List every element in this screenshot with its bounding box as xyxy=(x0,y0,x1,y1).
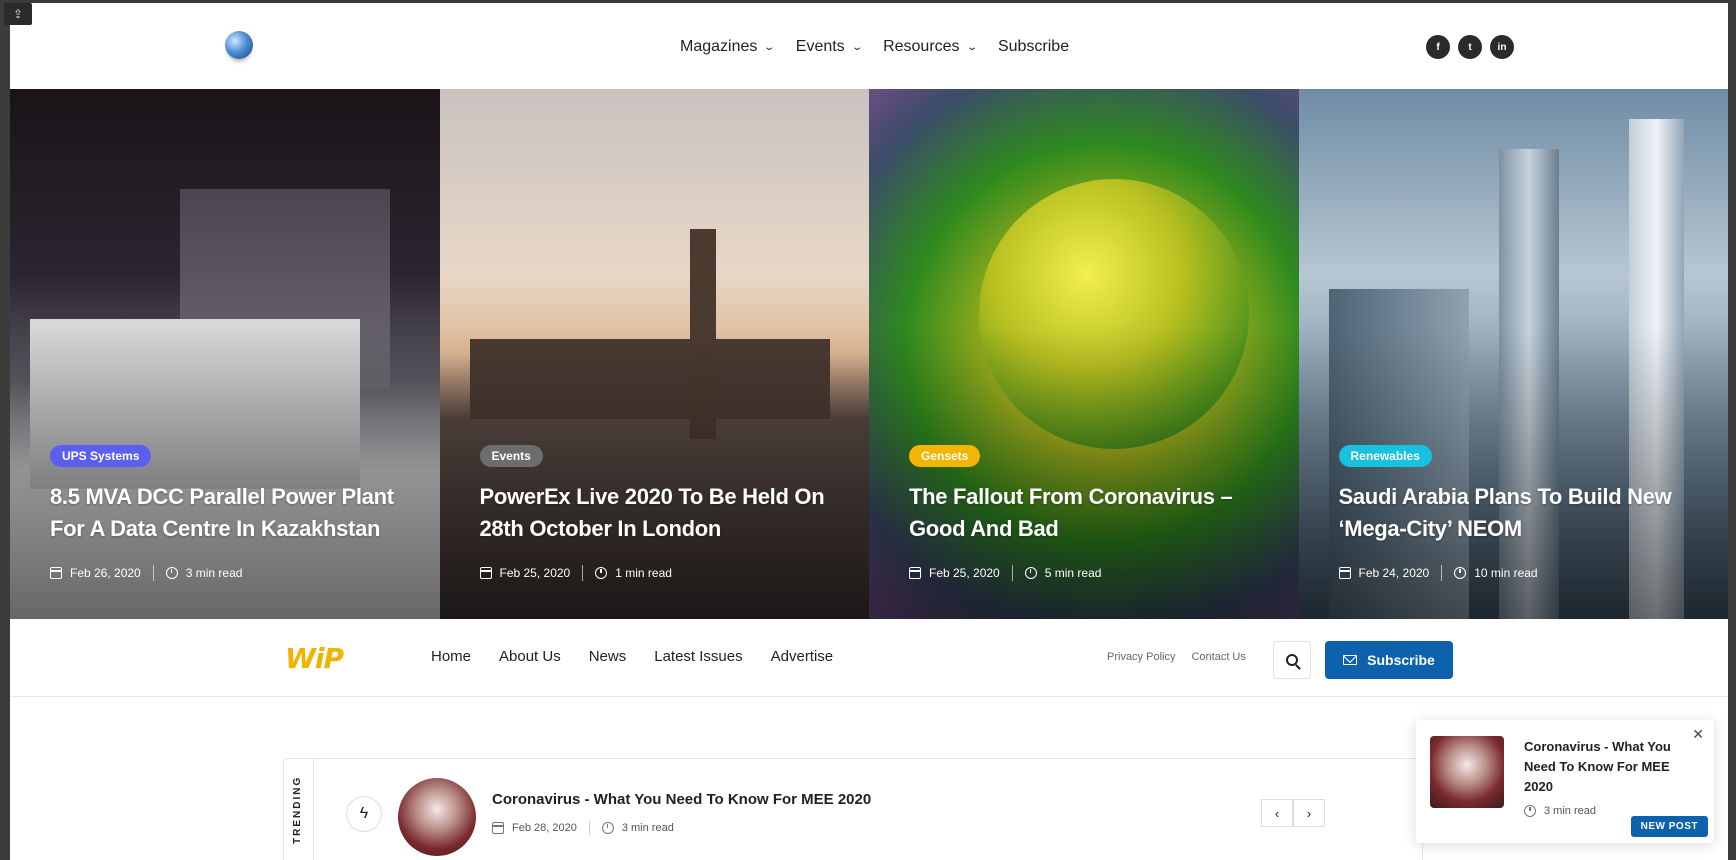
wip-logo[interactable]: WiP xyxy=(285,642,344,675)
nav-item-resources[interactable]: Resources ⌄ xyxy=(883,38,978,56)
site-logo-globe[interactable] xyxy=(225,31,253,59)
post-title[interactable]: 8.5 MVA DCC Parallel Power Plant For A D… xyxy=(50,481,410,545)
category-tag[interactable]: UPS Systems xyxy=(50,445,152,467)
page: Magazines ⌄ Events ⌄ Resources ⌄ Subscribe … xyxy=(10,3,1728,860)
clock-icon xyxy=(165,567,178,579)
trending-title[interactable]: Coronavirus - What You Need To Know For … xyxy=(492,791,871,808)
hero-card[interactable]: Renewables Saudi Arabia Plans To Build N… xyxy=(1298,89,1728,619)
new-post-popup: ✕ Coronavirus - What You Need To Know Fo… xyxy=(1416,720,1714,843)
chevron-right-icon[interactable]: › xyxy=(1293,799,1325,827)
new-post-badge[interactable]: NEW POST xyxy=(1630,816,1708,837)
nav-item-news[interactable]: News xyxy=(589,648,627,665)
nav-item-advertise[interactable]: Advertise xyxy=(771,648,834,665)
linkedin-icon[interactable]: in xyxy=(1490,35,1514,59)
subscribe-button[interactable]: Subscribe xyxy=(1325,641,1453,679)
nav-item-magazines[interactable]: Magazines ⌄ xyxy=(680,38,776,56)
calendar-icon xyxy=(492,822,504,834)
popup-thumbnail[interactable] xyxy=(1430,736,1504,808)
clock-icon xyxy=(1454,567,1467,579)
popup-meta: 3 min read xyxy=(1524,805,1596,817)
hero-card[interactable]: UPS Systems 8.5 MVA DCC Parallel Power P… xyxy=(10,89,440,619)
post-meta: Feb 25, 2020 5 min read xyxy=(909,565,1269,581)
category-tag[interactable]: Events xyxy=(479,445,543,467)
trending-thumbnail[interactable] xyxy=(398,778,476,856)
window-right-border xyxy=(1728,0,1736,860)
main-navigation: Home About Us News Latest Issues Adverti… xyxy=(431,648,833,665)
clock-icon xyxy=(601,822,614,834)
calendar-icon xyxy=(909,567,921,579)
top-navigation: Magazines ⌄ Events ⌄ Resources ⌄ Subscribe xyxy=(680,38,1069,56)
facebook-icon[interactable]: f xyxy=(1426,35,1450,59)
privacy-policy-link[interactable]: Privacy Policy xyxy=(1107,651,1175,663)
top-header: Magazines ⌄ Events ⌄ Resources ⌄ Subscribe … xyxy=(10,3,1728,89)
trending-label: TRENDING xyxy=(284,759,314,860)
post-title[interactable]: Saudi Arabia Plans To Build New ‘Mega-Ci… xyxy=(1339,481,1699,545)
nav-item-about-us[interactable]: About Us xyxy=(499,648,561,665)
post-title[interactable]: PowerEx Live 2020 To Be Held On 28th Oct… xyxy=(480,481,840,545)
post-meta: Feb 25, 2020 1 min read xyxy=(479,565,840,581)
lightning-icon: ϟ xyxy=(346,796,382,832)
contact-us-link[interactable]: Contact Us xyxy=(1191,651,1245,663)
upload-icon[interactable]: ⇪ xyxy=(4,3,32,25)
category-tag[interactable]: Gensets xyxy=(909,445,981,467)
calendar-icon xyxy=(1338,567,1351,579)
calendar-icon xyxy=(479,567,492,579)
main-header: WiP Home About Us News Latest Issues Adv… xyxy=(10,619,1728,697)
chevron-down-icon: ⌄ xyxy=(851,41,863,53)
envelope-icon xyxy=(1343,655,1358,665)
hero-card[interactable]: Gensets The Fallout From Coronavirus – G… xyxy=(869,89,1299,619)
hero-featured-posts: UPS Systems 8.5 MVA DCC Parallel Power P… xyxy=(10,89,1728,619)
trending-pager: ‹ › xyxy=(1261,799,1325,827)
chevron-down-icon: ⌄ xyxy=(763,41,776,53)
clock-icon xyxy=(1524,805,1536,817)
category-tag[interactable]: Renewables xyxy=(1338,445,1432,467)
secondary-links: Privacy Policy Contact Us xyxy=(1107,651,1246,663)
twitter-icon[interactable]: t xyxy=(1458,35,1482,59)
nav-item-subscribe[interactable]: Subscribe xyxy=(998,38,1069,56)
nav-item-events[interactable]: Events ⌄ xyxy=(796,38,863,56)
chevron-down-icon: ⌄ xyxy=(965,41,978,53)
search-button[interactable] xyxy=(1273,641,1311,679)
window-left-border xyxy=(0,0,10,860)
nav-item-latest-issues[interactable]: Latest Issues xyxy=(654,648,742,665)
trending-meta: Feb 28, 2020 3 min read xyxy=(492,821,674,835)
clock-icon xyxy=(595,567,608,579)
post-title[interactable]: The Fallout From Coronavirus – Good And … xyxy=(909,481,1269,545)
hero-card[interactable]: Events PowerEx Live 2020 To Be Held On 2… xyxy=(439,89,869,619)
post-meta: Feb 26, 2020 3 min read xyxy=(50,565,410,581)
post-meta: Feb 24, 2020 10 min read xyxy=(1338,565,1699,581)
clock-icon xyxy=(1024,567,1037,579)
popup-title[interactable]: Coronavirus - What You Need To Know For … xyxy=(1524,737,1684,797)
social-links: f t in xyxy=(1426,35,1514,59)
close-icon[interactable]: ✕ xyxy=(1692,726,1704,743)
chevron-left-icon[interactable]: ‹ xyxy=(1261,799,1293,827)
calendar-icon xyxy=(50,567,62,579)
search-icon xyxy=(1286,654,1298,666)
trending-bar: TRENDING ϟ Coronavirus - What You Need T… xyxy=(283,758,1423,860)
nav-item-home[interactable]: Home xyxy=(431,648,471,665)
